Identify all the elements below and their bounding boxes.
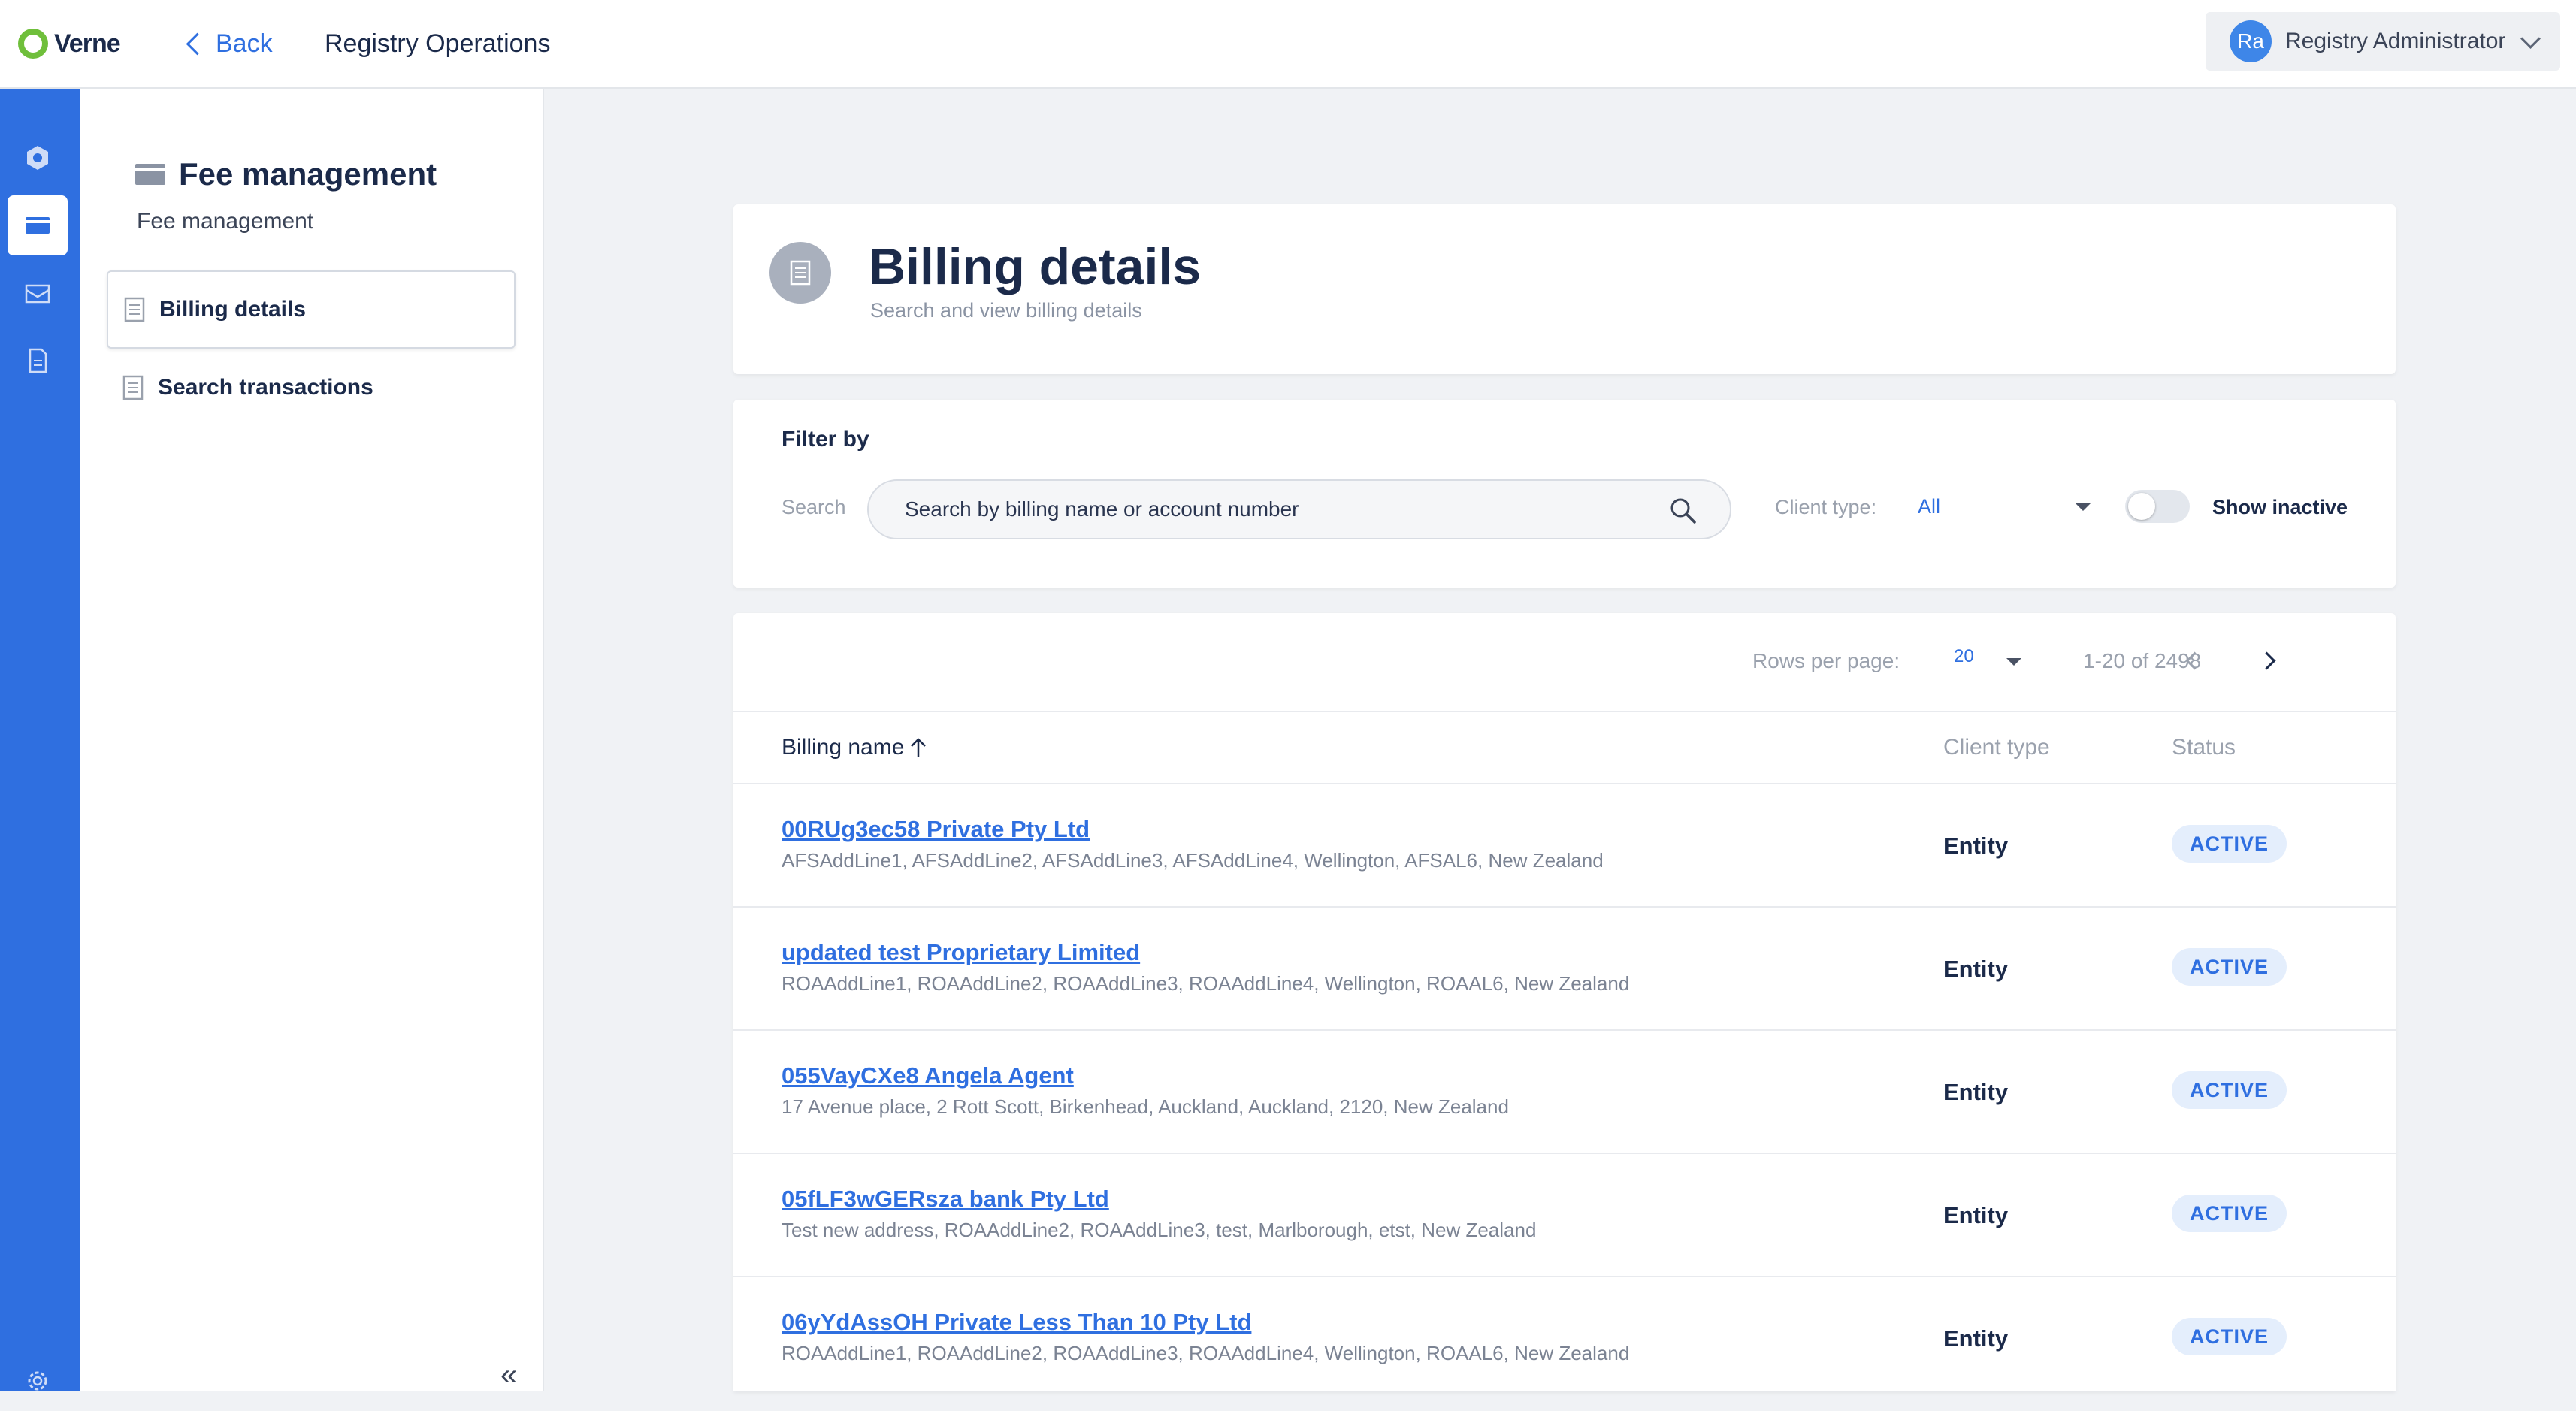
client-type-cell: Entity [1943, 832, 2009, 859]
user-name: Registry Administrator [2285, 29, 2506, 53]
client-type-value: All [1918, 494, 1941, 518]
subnav-title: Fee management [179, 156, 437, 192]
gear-icon [28, 1371, 47, 1391]
document-icon [29, 348, 47, 373]
search-label: Search [782, 496, 846, 518]
avatar: Ra [2230, 20, 2272, 62]
app-title: Registry Operations [325, 29, 551, 58]
chevron-double-left-icon: « [500, 1358, 518, 1391]
settings-hex-icon [27, 146, 48, 170]
back-label: Back [216, 29, 273, 58]
back-button[interactable]: Back [186, 23, 273, 65]
billing-address: Test new address, ROAAddLine2, ROAAddLin… [782, 1219, 1537, 1241]
sub-navigation: Fee management Fee management Billing de… [80, 89, 544, 1391]
subnav-item-label: Billing details [159, 297, 307, 322]
logo-text: Verne [54, 29, 121, 58]
column-header-client-type[interactable]: Client type [1943, 735, 2050, 760]
status-badge: ACTIVE [2172, 948, 2287, 986]
show-inactive-toggle[interactable] [2125, 490, 2190, 523]
rail-item-settings-bottom[interactable] [8, 1351, 68, 1411]
billing-details-icon [769, 242, 831, 304]
subnav-subtitle: Fee management [137, 209, 314, 234]
page-title: Billing details [869, 238, 1202, 295]
rows-per-page-label: Rows per page: [1752, 649, 1900, 672]
mail-icon [25, 284, 50, 304]
verne-logo[interactable]: Verne [18, 23, 121, 65]
logo-ring-icon [18, 29, 48, 59]
search-input[interactable] [903, 497, 1628, 522]
table-row: 06yYdAssOH Private Less Than 10 Pty Ltd … [733, 1277, 2396, 1400]
billing-address: ROAAddLine1, ROAAddLine2, ROAAddLine3, R… [782, 972, 1630, 995]
table-row: 055VayCXe8 Angela Agent 17 Avenue place,… [733, 1031, 2396, 1154]
table-header: Billing name Client type Status [733, 712, 2396, 784]
user-menu-button[interactable]: Ra Registry Administrator [2206, 12, 2560, 71]
column-header-status[interactable]: Status [2172, 735, 2236, 760]
status-badge: ACTIVE [2172, 825, 2287, 863]
billing-name-link[interactable]: 05fLF3wGERsza bank Pty Ltd [782, 1186, 1109, 1213]
chevron-down-icon [2520, 28, 2541, 49]
column-header-billing-name[interactable]: Billing name [782, 735, 928, 760]
previous-page-button[interactable] [2173, 642, 2211, 679]
icon-rail [0, 89, 80, 1391]
subnav-item-search-transactions[interactable]: Search transactions [107, 349, 516, 427]
chevron-left-icon [186, 32, 209, 55]
subnav-item-billing-details[interactable]: Billing details [107, 270, 516, 349]
document-list-icon [124, 297, 145, 322]
rail-item-mail[interactable] [8, 263, 68, 323]
collapse-sidebar-button[interactable]: « [500, 1358, 517, 1392]
filter-heading: Filter by [782, 427, 869, 452]
page-header-card: Billing details Search and view billing … [733, 204, 2396, 374]
client-type-cell: Entity [1943, 956, 2009, 982]
chevron-left-icon [2184, 651, 2204, 670]
client-type-label: Client type: [1775, 496, 1877, 518]
billing-address: AFSAddLine1, AFSAddLine2, AFSAddLine3, A… [782, 849, 1604, 872]
status-badge: ACTIVE [2172, 1195, 2287, 1232]
wallet-icon [26, 217, 50, 234]
filter-card: Filter by Search Client type: All Show i… [733, 400, 2396, 588]
table-row: 05fLF3wGERsza bank Pty Ltd Test new addr… [733, 1154, 2396, 1277]
column-header-label: Billing name [782, 735, 905, 760]
pagination-bar: Rows per page: 20 1-20 of 2498 [733, 613, 2396, 712]
sort-ascending-icon [911, 738, 927, 757]
show-inactive-label: Show inactive [2212, 496, 2348, 518]
client-type-cell: Entity [1943, 1202, 2009, 1228]
page-subtitle: Search and view billing details [870, 299, 1142, 322]
rail-item-fee-management[interactable] [8, 195, 68, 255]
next-page-button[interactable] [2250, 642, 2287, 679]
billing-name-link[interactable]: updated test Proprietary Limited [782, 939, 1140, 966]
table-row: updated test Proprietary Limited ROAAddL… [733, 908, 2396, 1031]
search-icon[interactable] [1668, 496, 1698, 526]
billing-name-link[interactable]: 055VayCXe8 Angela Agent [782, 1062, 1074, 1089]
status-badge: ACTIVE [2172, 1318, 2287, 1355]
caret-down-icon [2006, 658, 2021, 666]
chevron-right-icon [2257, 651, 2276, 670]
rows-per-page-value: 20 [1954, 646, 1974, 666]
search-field[interactable] [867, 479, 1731, 539]
table-row: 00RUg3ec58 Private Pty Ltd AFSAddLine1, … [733, 784, 2396, 908]
document-list-icon [122, 375, 144, 400]
billing-name-link[interactable]: 00RUg3ec58 Private Pty Ltd [782, 816, 1090, 843]
rows-per-page-select[interactable]: 20 [1954, 646, 2021, 676]
top-bar: Verne Back Registry Operations Ra Regist… [0, 0, 2576, 89]
billing-address: ROAAddLine1, ROAAddLine2, ROAAddLine3, R… [782, 1342, 1630, 1364]
toggle-knob [2128, 493, 2155, 520]
rail-item-documents[interactable] [8, 331, 68, 391]
caret-down-icon [2076, 503, 2091, 511]
billing-table-card: Rows per page: 20 1-20 of 2498 Billing n… [733, 613, 2396, 1391]
wallet-icon [135, 164, 165, 185]
client-type-cell: Entity [1943, 1079, 2009, 1105]
subnav-item-label: Search transactions [158, 375, 373, 400]
client-type-cell: Entity [1943, 1325, 2009, 1352]
billing-name-link[interactable]: 06yYdAssOH Private Less Than 10 Pty Ltd [782, 1309, 1251, 1336]
rail-item-settings[interactable] [8, 128, 68, 188]
status-badge: ACTIVE [2172, 1071, 2287, 1109]
client-type-select[interactable]: All [1918, 484, 2091, 529]
subnav-header: Fee management [134, 156, 437, 192]
billing-address: 17 Avenue place, 2 Rott Scott, Birkenhea… [782, 1095, 1509, 1118]
